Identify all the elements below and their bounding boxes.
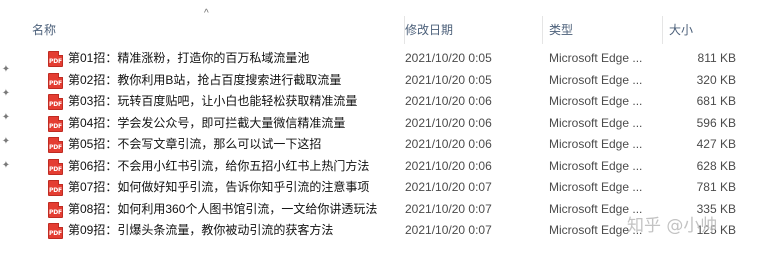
file-name[interactable]: 第05招：不会写文章引流，那么可以试一下这招 — [68, 134, 321, 156]
pdf-icon-label: PDF — [49, 230, 62, 237]
file-modified-date: 2021/10/20 0:05 — [405, 72, 492, 87]
file-type: Microsoft Edge ... — [549, 115, 643, 130]
column-header-name[interactable]: 名称 — [26, 14, 405, 44]
pdf-icon-label: PDF — [49, 122, 62, 130]
pdf-icon-label: PDF — [49, 187, 62, 194]
column-header-date-label: 修改日期 — [405, 23, 454, 37]
pdf-file-icon: PDF — [48, 72, 63, 89]
pdf-icon-label: PDF — [49, 101, 62, 108]
file-size: 596 KB — [696, 115, 736, 130]
column-header-bar: 名称 修改日期 类型 大小 — [14, 14, 767, 44]
file-size: 681 KB — [696, 94, 736, 108]
pdf-icon-label: PDF — [49, 58, 62, 65]
column-header-size[interactable]: 大小 — [663, 14, 743, 44]
file-name[interactable]: 第04招：学会发公众号，即可拦截大量微信精准流量 — [68, 113, 345, 135]
file-size: 320 KB — [696, 72, 736, 87]
file-name[interactable]: 第09招：引爆头条流量，教你被动引流的获客方法 — [68, 220, 333, 242]
file-modified-date: 2021/10/20 0:07 — [405, 201, 492, 216]
file-modified-date: 2021/10/20 0:06 — [405, 115, 492, 130]
pdf-icon-label: PDF — [49, 79, 62, 87]
file-type: Microsoft Edge ... — [549, 137, 643, 151]
pdf-file-icon: PDF — [48, 137, 63, 153]
file-type: Microsoft Edge ... — [549, 158, 643, 173]
file-row[interactable]: PDF 第05招：不会写文章引流，那么可以试一下这招 2021/10/20 0:06… — [14, 134, 767, 156]
file-modified-date: 2021/10/20 0:07 — [405, 223, 492, 237]
file-name[interactable]: 第06招：不会用小红书引流，给你五招小红书上热门方法 — [68, 156, 369, 178]
pin-icon[interactable]: ✦ — [1, 88, 11, 100]
file-row[interactable]: PDF 第02招：教你利用B站，抢占百度搜索进行截取流量 2021/10/20 0:… — [14, 70, 767, 92]
pdf-file-icon: PDF — [48, 115, 63, 132]
file-type: Microsoft Edge ... — [549, 51, 643, 65]
file-modified-date: 2021/10/20 0:06 — [405, 137, 492, 151]
file-row[interactable]: PDF 第06招：不会用小红书引流，给你五招小红书上热门方法 2021/10/20 … — [14, 156, 767, 178]
file-modified-date: 2021/10/20 0:05 — [405, 51, 492, 65]
file-type: Microsoft Edge ... — [549, 72, 643, 87]
file-size: 628 KB — [696, 158, 736, 173]
column-header-size-label: 大小 — [669, 23, 694, 37]
file-size: 811 KB — [697, 51, 736, 65]
pin-icon[interactable]: ✦ — [1, 112, 11, 124]
pdf-file-icon: PDF — [48, 201, 63, 218]
navigation-gutter: ✦ ✦ ✦ ✦ ✦ — [0, 0, 14, 264]
file-size: 427 KB — [696, 137, 736, 151]
watermark: 知乎 @小帅 — [627, 216, 718, 236]
file-list: PDF 第01招：精准涨粉，打造你的百万私域流量池 2021/10/20 0:05 M… — [14, 48, 767, 242]
column-header-type[interactable]: 类型 — [543, 14, 663, 44]
file-modified-date: 2021/10/20 0:07 — [405, 180, 492, 194]
file-name[interactable]: 第08招：如何利用360个人图书馆引流，一文给你讲透玩法 — [68, 199, 377, 221]
column-header-name-label: 名称 — [32, 23, 57, 37]
file-row[interactable]: PDF 第07招：如何做好知乎引流，告诉你知乎引流的注意事项 2021/10/20 … — [14, 177, 767, 199]
pdf-file-icon: PDF — [48, 180, 63, 196]
file-name[interactable]: 第07招：如何做好知乎引流，告诉你知乎引流的注意事项 — [68, 177, 369, 199]
file-type: Microsoft Edge ... — [549, 180, 643, 194]
pin-icon[interactable]: ✦ — [1, 136, 11, 148]
file-size: 781 KB — [696, 180, 736, 194]
file-modified-date: 2021/10/20 0:06 — [405, 94, 492, 108]
file-name[interactable]: 第02招：教你利用B站，抢占百度搜索进行截取流量 — [68, 70, 341, 92]
file-name[interactable]: 第03招：玩转百度贴吧，让小白也能轻松获取精准流量 — [68, 91, 357, 113]
column-header-date[interactable]: 修改日期 — [399, 14, 543, 44]
pdf-file-icon: PDF — [48, 94, 63, 110]
file-name[interactable]: 第01招：精准涨粉，打造你的百万私域流量池 — [68, 48, 309, 70]
column-header-type-label: 类型 — [549, 23, 574, 37]
pdf-icon-label: PDF — [49, 165, 62, 173]
file-row[interactable]: PDF 第03招：玩转百度贴吧，让小白也能轻松获取精准流量 2021/10/20 0… — [14, 91, 767, 113]
pdf-file-icon: PDF — [48, 223, 63, 239]
pdf-file-icon: PDF — [48, 51, 63, 67]
file-modified-date: 2021/10/20 0:06 — [405, 158, 492, 173]
pdf-icon-label: PDF — [49, 208, 62, 216]
pin-icon[interactable]: ✦ — [1, 160, 11, 172]
file-row[interactable]: PDF 第04招：学会发公众号，即可拦截大量微信精准流量 2021/10/20 0:… — [14, 113, 767, 135]
file-type: Microsoft Edge ... — [549, 94, 643, 108]
pdf-file-icon: PDF — [48, 158, 63, 175]
pdf-icon-label: PDF — [49, 144, 62, 151]
pin-icon[interactable]: ✦ — [1, 64, 11, 76]
file-row[interactable]: PDF 第01招：精准涨粉，打造你的百万私域流量池 2021/10/20 0:05 M… — [14, 48, 767, 70]
